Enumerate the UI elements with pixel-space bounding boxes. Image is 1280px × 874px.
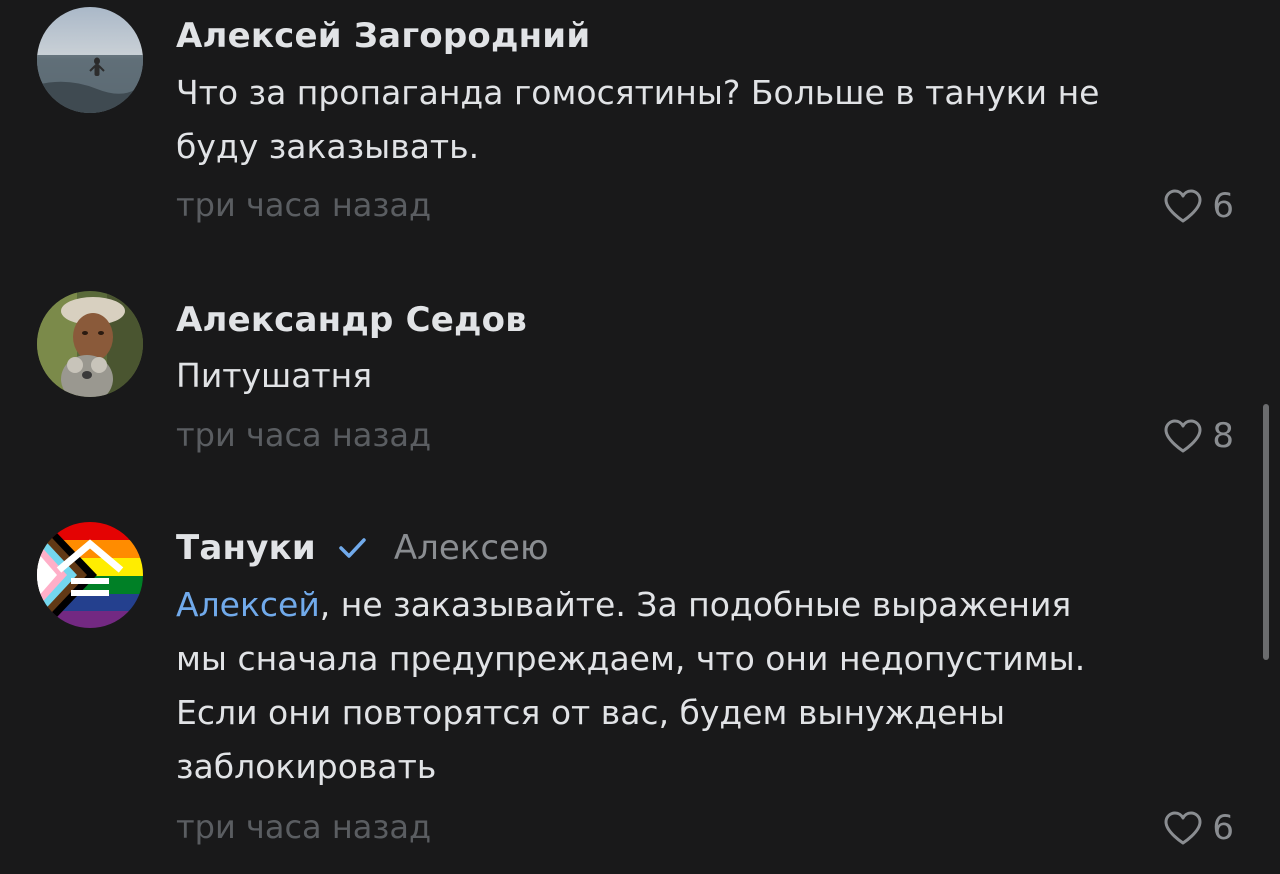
avatar[interactable] [37,522,143,628]
mention-link[interactable]: Алексей [176,585,320,624]
comment-time[interactable]: три часа назад [176,808,431,846]
comment-header: Александр Седов [176,298,527,342]
comment-header: Тануки Алексею [176,526,549,570]
heart-outline-icon [1164,419,1202,453]
like-button[interactable]: 6 [1162,808,1234,848]
comment-item: Александр Седов Питушатня три часа назад… [0,260,1280,500]
author-name[interactable]: Тануки [176,528,316,568]
comment-time[interactable]: три часа назад [176,416,431,454]
comment-text-line: Алексей, не заказывайте. За подобные выр… [176,578,1256,632]
comment-text-line: Питушатня [176,356,373,395]
heart-outline-icon [1164,189,1202,223]
child-with-koala-photo-icon [37,291,143,397]
heart-outline-icon [1164,811,1202,845]
like-button[interactable]: 6 [1162,186,1234,226]
author-name[interactable]: Алексей Загородний [176,16,590,56]
avatar[interactable] [37,291,143,397]
comment-time[interactable]: три часа назад [176,186,431,224]
comment-item: Алексей Загородний Что за пропаганда гом… [0,0,1280,260]
comment-text: Что за пропаганда гомосятины? Больше в т… [176,66,1256,174]
like-button[interactable]: 8 [1162,416,1234,456]
author-name[interactable]: Александр Седов [176,300,527,340]
beach-swimmer-photo-icon [37,7,143,113]
comment-text-line: Если они повторятся от вас, будем вынужд… [176,693,1006,732]
progress-pride-logo-icon [37,522,143,628]
comment-header: Алексей Загородний [176,14,590,58]
avatar[interactable] [37,7,143,113]
comment-text-line: Что за пропаганда гомосятины? Больше в т… [176,73,1100,112]
comment-text-line: буду заказывать. [176,127,480,166]
comment-text-span: , не заказывайте. За подобные выражения [319,585,1072,624]
like-count: 8 [1212,416,1234,456]
comment-text: Алексей, не заказывайте. За подобные выр… [176,578,1256,794]
scrollbar[interactable] [1263,404,1269,660]
reply-to-link[interactable]: Алексею [394,528,549,568]
comment-text-line: заблокировать [176,747,437,786]
like-count: 6 [1212,186,1234,226]
checkmark-icon [339,538,366,558]
comment-text: Питушатня [176,349,1256,403]
like-count: 6 [1212,808,1234,848]
comment-item: Тануки Алексею Алексей, не заказывайте. … [0,500,1280,874]
comment-text-line: мы сначала предупреждаем, что они недопу… [176,639,1086,678]
